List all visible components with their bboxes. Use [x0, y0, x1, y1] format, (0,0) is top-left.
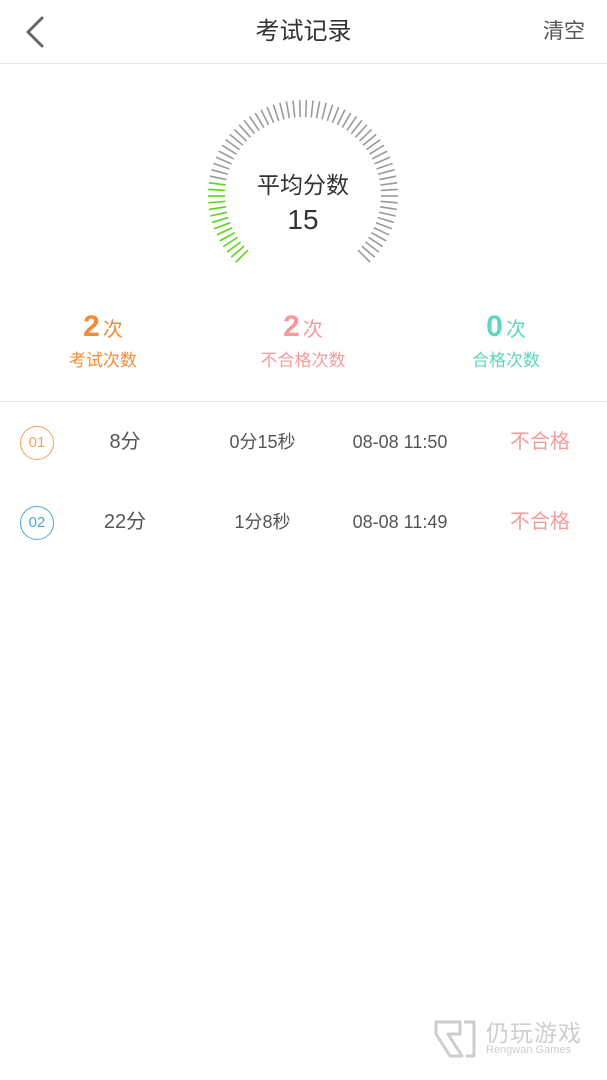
gauge-tick [380, 200, 398, 204]
gauge-tick [218, 150, 235, 160]
record-score: 8分 [109, 431, 141, 453]
gauge-tick [336, 109, 346, 126]
record-time: 08-08 11:49 [352, 512, 448, 532]
gauge-tick-active [208, 200, 226, 204]
gauge-tick [321, 102, 327, 120]
record-time: 08-08 11:50 [352, 432, 448, 452]
page-title: 考试记录 [255, 18, 352, 45]
watermark-text: 仍玩游戏 [486, 1020, 582, 1046]
rengwan-logo-icon [434, 1020, 476, 1058]
record-duration: 1分8秒 [234, 512, 291, 532]
gauge-tick [315, 101, 321, 119]
watermark-subtext: Rengwan Games [486, 1044, 571, 1056]
stat-number: 2 [83, 310, 100, 343]
watermark: 仍玩游戏 Rengwan Games [430, 1012, 600, 1064]
record-duration: 0分15秒 [229, 432, 296, 452]
gauge-tick [272, 104, 280, 122]
stat-pass-count: 0次 合格次数 [416, 308, 596, 371]
top-bar: 考试记录 清空 [0, 0, 607, 64]
gauge-label: 平均分数 [257, 172, 349, 198]
gauge-tick [266, 106, 275, 124]
stat-number: 2 [283, 310, 300, 343]
gauge-tick [292, 100, 296, 118]
gauge-tick [279, 102, 285, 120]
stat-number: 0 [486, 310, 503, 343]
stat-label: 合格次数 [472, 351, 540, 370]
stat-fail-count: 2次 不合格次数 [213, 308, 393, 371]
record-index-badge: 01 [20, 426, 54, 460]
gauge-tick [331, 106, 340, 124]
record-row[interactable]: 02 22分 1分8秒 08-08 11:49 不合格 [0, 482, 607, 562]
record-row[interactable]: 01 8分 0分15秒 08-08 11:50 不合格 [0, 402, 607, 482]
stat-exam-count: 2次 考试次数 [13, 308, 193, 371]
stat-label: 不合格次数 [260, 351, 346, 370]
stat-unit: 次 [302, 319, 323, 341]
record-result: 不合格 [510, 431, 570, 453]
average-score-value: 15 [287, 204, 319, 235]
average-score-gauge: 平均分数 15 [198, 100, 408, 270]
gauge-tick [304, 100, 308, 118]
gauge-tick [215, 156, 232, 165]
clear-button[interactable]: 清空 [543, 0, 585, 64]
gauge-tick [298, 100, 302, 118]
gauge-tick [260, 109, 270, 126]
record-result: 不合格 [510, 511, 570, 533]
stats-summary: 2次 考试次数 2次 不合格次数 0次 合格次数 [0, 308, 607, 378]
gauge-tick [310, 100, 314, 118]
stat-label: 考试次数 [69, 351, 137, 370]
record-score: 22分 [103, 511, 147, 533]
gauge-tick [371, 150, 388, 160]
stat-unit: 次 [102, 319, 123, 341]
gauge-tick [285, 101, 291, 119]
record-index-badge: 02 [20, 506, 54, 540]
gauge-tick [374, 156, 391, 165]
gauge-tick [326, 104, 334, 122]
stat-unit: 次 [505, 319, 526, 341]
